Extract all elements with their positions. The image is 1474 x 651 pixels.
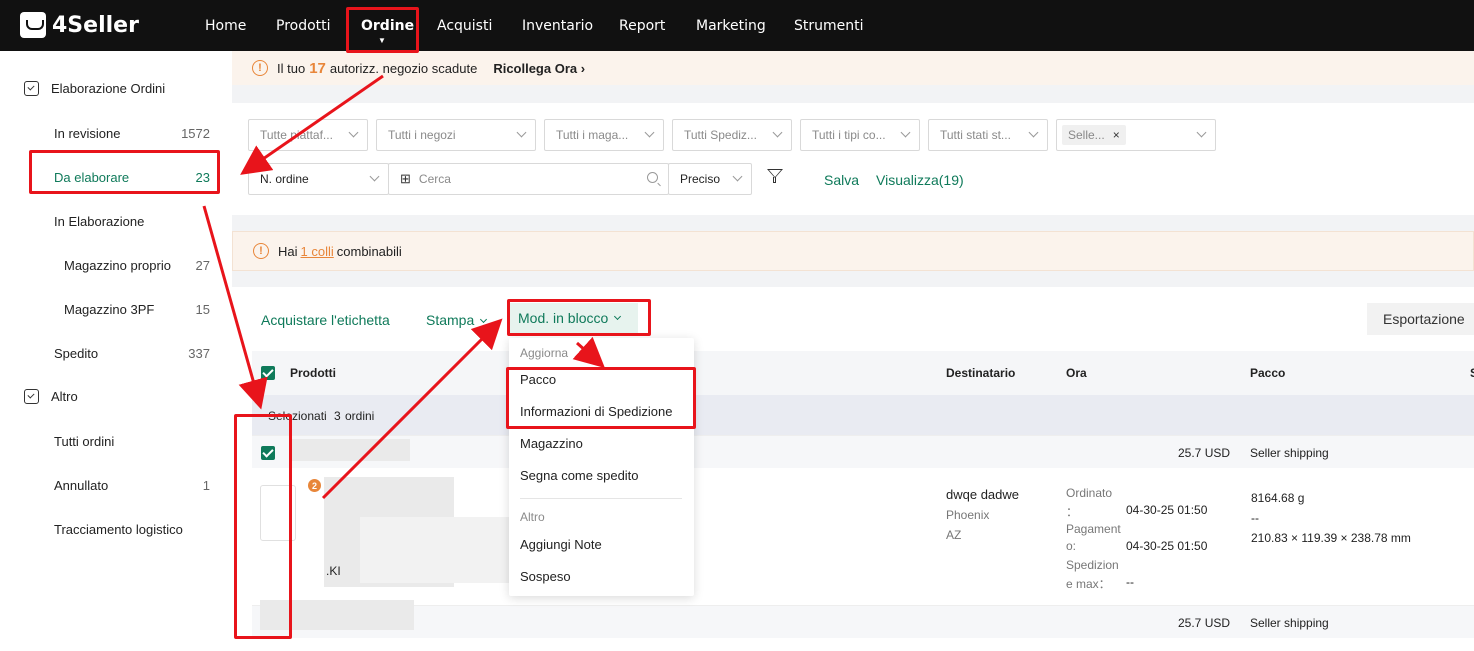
arrow-to-da-elaborare: [240, 74, 384, 175]
annotation-arrows: [202, 74, 605, 500]
arrow-to-menu-options: [572, 336, 605, 369]
arrow-to-checkboxes: [202, 205, 268, 410]
arrow-to-bulk-edit: [321, 318, 503, 500]
